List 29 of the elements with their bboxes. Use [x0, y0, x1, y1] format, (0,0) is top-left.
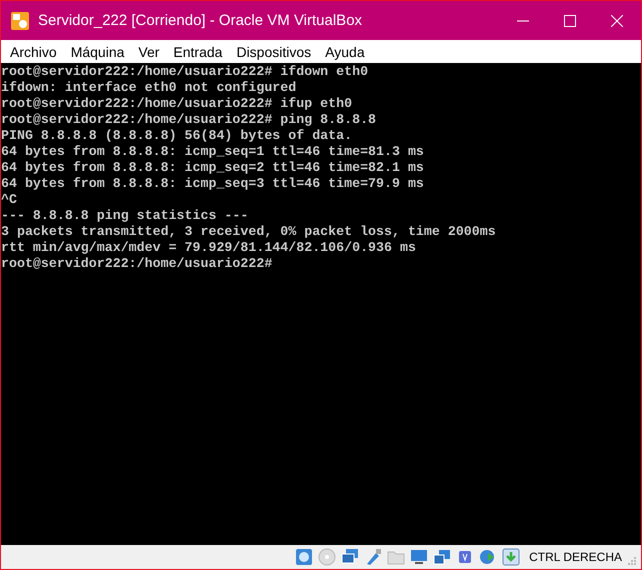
close-icon[interactable]	[611, 14, 623, 26]
menu-item[interactable]: Dispositivos	[229, 44, 318, 60]
display-icon[interactable]	[410, 548, 428, 566]
maximize-icon[interactable]	[564, 14, 576, 26]
terminal-line: 64 bytes from 8.8.8.8: icmp_seq=1 ttl=46 time=81.3 ms	[1, 144, 425, 160]
terminal-line: rtt min/avg/max/mdev = 79.929/81.144/82.106/0.936 ms	[1, 240, 417, 256]
terminal-line: PING 8.8.8.8 (8.8.8.8) 56(84) bytes of data.	[1, 128, 354, 144]
menu-item[interactable]: Entrada	[166, 44, 230, 60]
menu-item[interactable]: Ver	[131, 44, 166, 60]
terminal-line: root@servidor222:/home/usuario222#	[1, 256, 274, 272]
resize-grip-icon[interactable]	[627, 556, 637, 566]
terminal-line: ^C	[1, 192, 18, 208]
terminal-line: root@servidor222:/home/usuario222# ifup eth0	[1, 96, 354, 112]
terminal-line: ifdown: interface eth0 not configured	[1, 80, 298, 96]
terminal-line: 64 bytes from 8.8.8.8: icmp_seq=3 ttl=46 time=79.9 ms	[1, 176, 425, 192]
usb-icon[interactable]	[364, 548, 382, 566]
menu-item[interactable]: Máquina	[64, 44, 132, 60]
host-key-label: CTRL DERECHA	[529, 550, 622, 564]
network-icon[interactable]	[341, 548, 360, 566]
terminal-line: 64 bytes from 8.8.8.8: icmp_seq=2 ttl=46 time=82.1 ms	[1, 160, 425, 176]
download-icon[interactable]	[502, 548, 520, 566]
terminal-line: root@servidor222:/home/usuario222# ping 8.8.8.8	[1, 112, 378, 128]
terminal-line: root@servidor222:/home/usuario222# ifdown eth0	[1, 64, 370, 80]
window-title: Servidor_222 [Corriendo] - Oracle VM VirtualBox	[38, 12, 364, 29]
terminal-line: 3 packets transmitted, 3 received, 0% packet loss, time 2000ms	[1, 224, 497, 240]
menu-item[interactable]: Ayuda	[318, 44, 372, 60]
terminal-line: --- 8.8.8.8 ping statistics ---	[1, 208, 250, 224]
menu-item[interactable]: Archivo	[3, 44, 64, 60]
app-icon	[10, 10, 30, 30]
